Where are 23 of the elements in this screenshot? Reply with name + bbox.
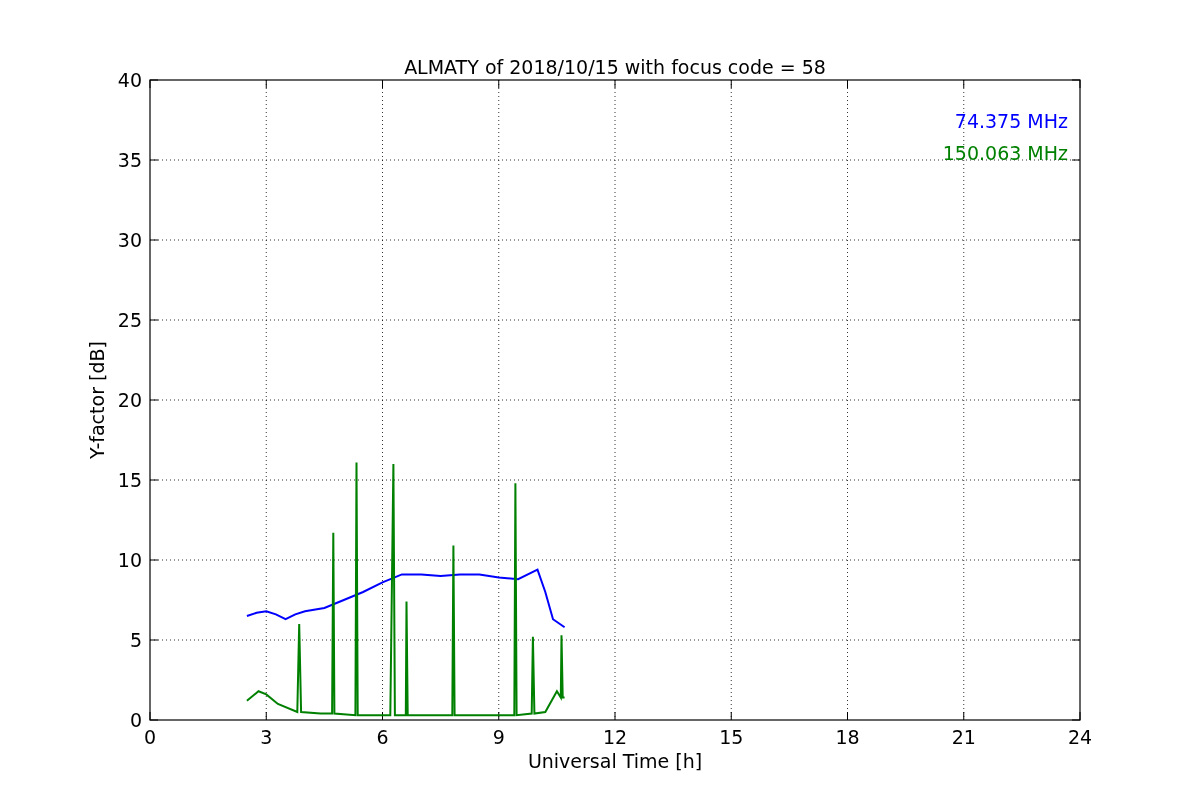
y-tick-label: 35 <box>117 149 142 171</box>
x-tick-label: 9 <box>492 726 505 748</box>
y-tick-label: 10 <box>117 549 142 571</box>
x-tick-label: 6 <box>376 726 389 748</box>
x-axis-label: Universal Time [h] <box>527 750 703 772</box>
y-tick-label: 30 <box>117 229 142 251</box>
x-tick-label: 3 <box>260 726 273 748</box>
y-axis-label: Y-factor [dB] <box>86 341 108 459</box>
y-tick-label: 15 <box>117 469 142 491</box>
y-tick-label: 25 <box>117 309 142 331</box>
x-tick-label: 21 <box>951 726 976 748</box>
y-tick-label: 0 <box>129 709 142 731</box>
x-tick-label: 15 <box>719 726 744 748</box>
x-tick-label: 12 <box>602 726 628 748</box>
x-tick-label: 18 <box>835 726 860 748</box>
x-tick-label: 24 <box>1067 726 1093 748</box>
legend-label: 74.375 MHz <box>954 110 1068 132</box>
y-tick-label: 20 <box>117 389 142 411</box>
y-tick-label: 40 <box>117 69 142 91</box>
y-tick-label: 5 <box>129 629 142 651</box>
chart-title: ALMATY of 2018/10/15 with focus code = 58 <box>404 56 826 78</box>
x-tick-label: 0 <box>143 726 157 748</box>
legend-label: 150.063 MHz <box>942 142 1068 164</box>
